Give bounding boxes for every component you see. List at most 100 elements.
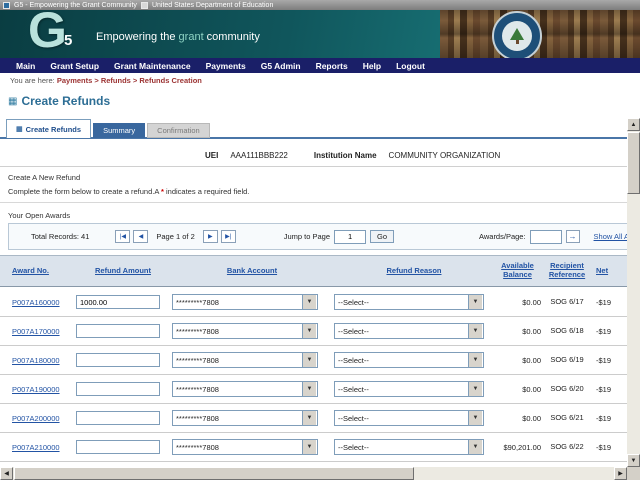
refund-reason-select[interactable]: --Select--▼ xyxy=(334,352,484,368)
bank-account-select[interactable]: *********7808▼ xyxy=(172,352,318,368)
award-link[interactable]: P007A210000 xyxy=(12,443,60,452)
page-indicator: Page 1 of 2 xyxy=(156,232,194,241)
bank-account-select[interactable]: *********7808▼ xyxy=(172,439,318,455)
header-refund-amount[interactable]: Refund Amount xyxy=(95,267,151,276)
horizontal-scroll-thumb[interactable] xyxy=(14,467,414,480)
uei-value: AAA111BBB222 xyxy=(230,151,288,160)
refund-amount-input[interactable] xyxy=(76,295,160,309)
net-value: -$19 xyxy=(590,356,627,365)
g5-logo-5: 5 xyxy=(64,32,72,49)
seal-tree-icon xyxy=(510,28,524,40)
jump-to-page-label: Jump to Page xyxy=(284,232,330,241)
nav-item-reports[interactable]: Reports xyxy=(316,61,348,71)
scroll-right-icon[interactable] xyxy=(614,467,627,480)
refund-reason-select[interactable]: --Select--▼ xyxy=(334,381,484,397)
nav-item-logout[interactable]: Logout xyxy=(396,61,425,71)
page-heading: ▦ Create Refunds xyxy=(8,94,110,108)
bank-account-select[interactable]: *********7808▼ xyxy=(172,294,318,310)
scrollbar-corner xyxy=(627,467,640,480)
dropdown-arrow-icon: ▼ xyxy=(302,382,316,396)
nav-item-main[interactable]: Main xyxy=(16,61,35,71)
page-title: Create Refunds xyxy=(21,94,110,108)
refund-reason-value: --Select-- xyxy=(335,298,468,307)
dropdown-arrow-icon: ▼ xyxy=(468,382,482,396)
jump-to-page-input[interactable] xyxy=(334,230,366,244)
nav-item-grant-maintenance[interactable]: Grant Maintenance xyxy=(114,61,191,71)
tab-bar: ▦ Create Refunds Summary Confirmation xyxy=(6,120,627,138)
g5-favicon-icon xyxy=(3,2,10,9)
refund-reason-select[interactable]: --Select--▼ xyxy=(334,294,484,310)
refund-reason-select[interactable]: --Select--▼ xyxy=(334,323,484,339)
nav-item-help[interactable]: Help xyxy=(363,61,381,71)
net-value: -$19 xyxy=(590,298,627,307)
section-divider xyxy=(0,202,627,203)
window-title-left: G5 - Empowering the Grant Community xyxy=(14,2,137,9)
refund-reason-select[interactable]: --Select--▼ xyxy=(334,410,484,426)
window-title-strip: G5 - Empowering the Grant Community Unit… xyxy=(0,0,640,10)
refund-amount-input[interactable] xyxy=(76,324,160,338)
dropdown-arrow-icon: ▼ xyxy=(468,440,482,454)
table-row: P007A190000 *********7808▼ --Select--▼ $… xyxy=(0,375,627,404)
uei-label: UEI xyxy=(205,151,218,160)
table-row: P007A200000 *********7808▼ --Select--▼ $… xyxy=(0,404,627,433)
scroll-up-icon[interactable] xyxy=(627,118,640,131)
dropdown-arrow-icon: ▼ xyxy=(302,324,316,338)
g5-create-refunds-screen: G5 - Empowering the Grant Community Unit… xyxy=(0,0,640,480)
header-refund-reason[interactable]: Refund Reason xyxy=(386,267,441,276)
nav-item-grant-setup[interactable]: Grant Setup xyxy=(50,61,99,71)
horizontal-scrollbar[interactable] xyxy=(0,467,627,480)
dropdown-arrow-icon: ▼ xyxy=(302,353,316,367)
refund-amount-input[interactable] xyxy=(76,353,160,367)
bank-account-select[interactable]: *********7808▼ xyxy=(172,410,318,426)
ed-favicon-icon xyxy=(141,2,148,9)
nav-item-payments[interactable]: Payments xyxy=(206,61,246,71)
scroll-down-icon[interactable] xyxy=(627,454,640,467)
bank-account-select[interactable]: *********7808▼ xyxy=(172,323,318,339)
refund-amount-input[interactable] xyxy=(76,382,160,396)
award-link[interactable]: P007A200000 xyxy=(12,414,60,423)
last-page-button[interactable]: ▶| xyxy=(221,230,236,243)
breadcrumb-path[interactable]: Payments > Refunds > Refunds Creation xyxy=(57,76,202,85)
vertical-scroll-thumb[interactable] xyxy=(627,132,640,194)
header-net[interactable]: Net xyxy=(596,267,608,276)
table-row: P007A170000 *********7808▼ --Select--▼ $… xyxy=(0,317,627,346)
header-award-no[interactable]: Award No. xyxy=(12,267,49,276)
tab-create-refunds[interactable]: ▦ Create Refunds xyxy=(6,119,91,138)
awards-per-page-go-icon[interactable]: → xyxy=(566,230,580,243)
dropdown-arrow-icon: ▼ xyxy=(302,440,316,454)
vertical-scrollbar[interactable] xyxy=(627,118,640,467)
award-link[interactable]: P007A190000 xyxy=(12,385,60,394)
next-page-button[interactable]: ▶ xyxy=(203,230,218,243)
scroll-left-icon[interactable] xyxy=(0,467,13,480)
refund-reason-select[interactable]: --Select--▼ xyxy=(334,439,484,455)
table-row: P007A210000 *********7808▼ --Select--▼ $… xyxy=(0,433,627,462)
award-link[interactable]: P007A180000 xyxy=(12,356,60,365)
refund-reason-value: --Select-- xyxy=(335,385,468,394)
header-recipient-reference[interactable]: Recipient Reference xyxy=(544,262,590,279)
header-bank-account[interactable]: Bank Account xyxy=(227,267,277,276)
nav-item-g5-admin[interactable]: G5 Admin xyxy=(261,61,301,71)
award-link[interactable]: P007A170000 xyxy=(12,327,60,336)
table-row: P007A180000 *********7808▼ --Select--▼ $… xyxy=(0,346,627,375)
go-button[interactable]: Go xyxy=(370,230,394,243)
prev-page-button[interactable]: ◀ xyxy=(133,230,148,243)
bank-account-value: *********7808 xyxy=(173,443,302,452)
dropdown-arrow-icon: ▼ xyxy=(302,295,316,309)
banner-tagline: Empowering the grant community xyxy=(96,31,260,43)
award-link[interactable]: P007A160000 xyxy=(12,298,60,307)
awards-per-page-input[interactable] xyxy=(530,230,562,244)
bank-account-value: *********7808 xyxy=(173,356,302,365)
refund-amount-input[interactable] xyxy=(76,411,160,425)
recipient-reference: SOG 6/20 xyxy=(544,385,590,394)
bank-account-value: *********7808 xyxy=(173,414,302,423)
first-page-button[interactable]: |◀ xyxy=(115,230,130,243)
education-department-seal-icon xyxy=(492,11,542,58)
bank-account-select[interactable]: *********7808▼ xyxy=(172,381,318,397)
page-title-icon: ▦ xyxy=(8,96,17,107)
refund-amount-input[interactable] xyxy=(76,440,160,454)
show-all-link[interactable]: Show All A xyxy=(594,232,627,241)
net-value: -$19 xyxy=(590,327,627,336)
table-header: Award No. Refund Amount Bank Account Ref… xyxy=(0,255,627,287)
tab-summary[interactable]: Summary xyxy=(93,123,145,138)
header-available-balance[interactable]: Available Balance xyxy=(494,262,541,279)
